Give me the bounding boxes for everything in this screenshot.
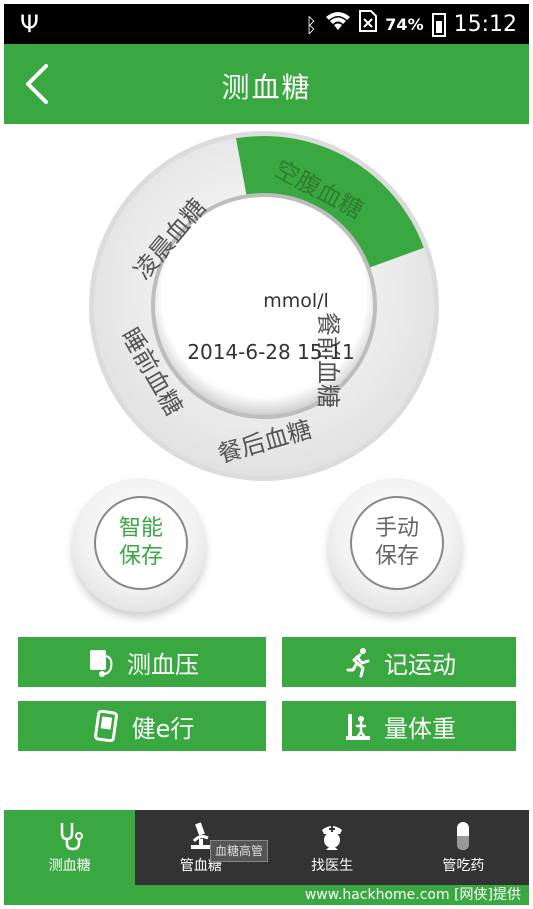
status-bar: Ψ ᛒ 74% 15:12 xyxy=(4,4,529,44)
blood-pressure-icon xyxy=(90,650,113,677)
watermark: www.hackhome.com [网侠]提供 xyxy=(4,885,529,905)
battery-icon xyxy=(431,12,446,37)
nav-item-measure-glucose[interactable]: 测血糖 xyxy=(4,810,136,885)
button-face: 手动 保存 xyxy=(350,496,444,590)
nurse-icon xyxy=(322,825,343,850)
stethoscope-icon xyxy=(60,822,83,850)
button-label-line2: 保存 xyxy=(118,544,163,569)
bluetooth-icon: ᛒ xyxy=(305,12,318,37)
button-label: 健e行 xyxy=(131,714,195,743)
wifi-icon xyxy=(325,10,351,39)
running-icon xyxy=(346,648,370,678)
button-label: 量体重 xyxy=(384,714,456,743)
pill-icon xyxy=(457,821,470,850)
clock: 15:12 xyxy=(453,11,517,37)
title-bar: 测血糖 xyxy=(4,44,529,124)
page-title: 测血糖 xyxy=(221,71,312,104)
battery-percent: 74% xyxy=(385,15,424,34)
pedometer-icon xyxy=(93,710,118,742)
pedometer-button[interactable]: 健e行 xyxy=(18,701,266,751)
no-sim-icon xyxy=(359,10,378,39)
manual-save-button[interactable]: 手动 保存 xyxy=(328,478,462,612)
smart-save-button[interactable]: 智能 保存 xyxy=(72,478,206,612)
measure-datetime: 2014-6-28 15:11 xyxy=(187,340,355,364)
nav-label: 管吃药 xyxy=(442,857,485,874)
nav-item-find-doctor[interactable]: 找医生 xyxy=(267,810,398,885)
button-label-line1: 手动 xyxy=(374,516,419,541)
scale-icon xyxy=(346,714,370,740)
button-label-line1: 智能 xyxy=(118,516,163,541)
glucose-dial: 空腹血糖 餐前血糖 餐后血糖 睡前血糖 凌晨血糖 mmol/l 2014-6-2… xyxy=(86,128,442,484)
nav-label: 找医生 xyxy=(311,857,354,874)
nav-label: 测血糖 xyxy=(48,857,91,874)
button-label-line2: 保存 xyxy=(374,544,419,569)
blood-pressure-button[interactable]: 测血压 xyxy=(18,637,266,687)
nav-item-manage-medication[interactable]: 管吃药 xyxy=(398,810,529,885)
button-face: 智能 保存 xyxy=(94,496,188,590)
button-label: 测血压 xyxy=(127,650,199,679)
app-frame: Ψ ᛒ 74% 15:12 测血糖 空腹血糖 餐前血糖 餐后血糖 睡前血糖 凌晨… xyxy=(0,0,533,909)
log-exercise-button[interactable]: 记运动 xyxy=(282,637,516,687)
status-right: ᛒ 74% 15:12 xyxy=(305,10,517,39)
usb-icon: Ψ xyxy=(20,10,39,38)
button-label: 记运动 xyxy=(384,650,456,679)
tooltip: 血糖高管 xyxy=(210,840,269,862)
weigh-button[interactable]: 量体重 xyxy=(282,701,516,751)
glucose-unit: mmol/l xyxy=(263,290,329,312)
